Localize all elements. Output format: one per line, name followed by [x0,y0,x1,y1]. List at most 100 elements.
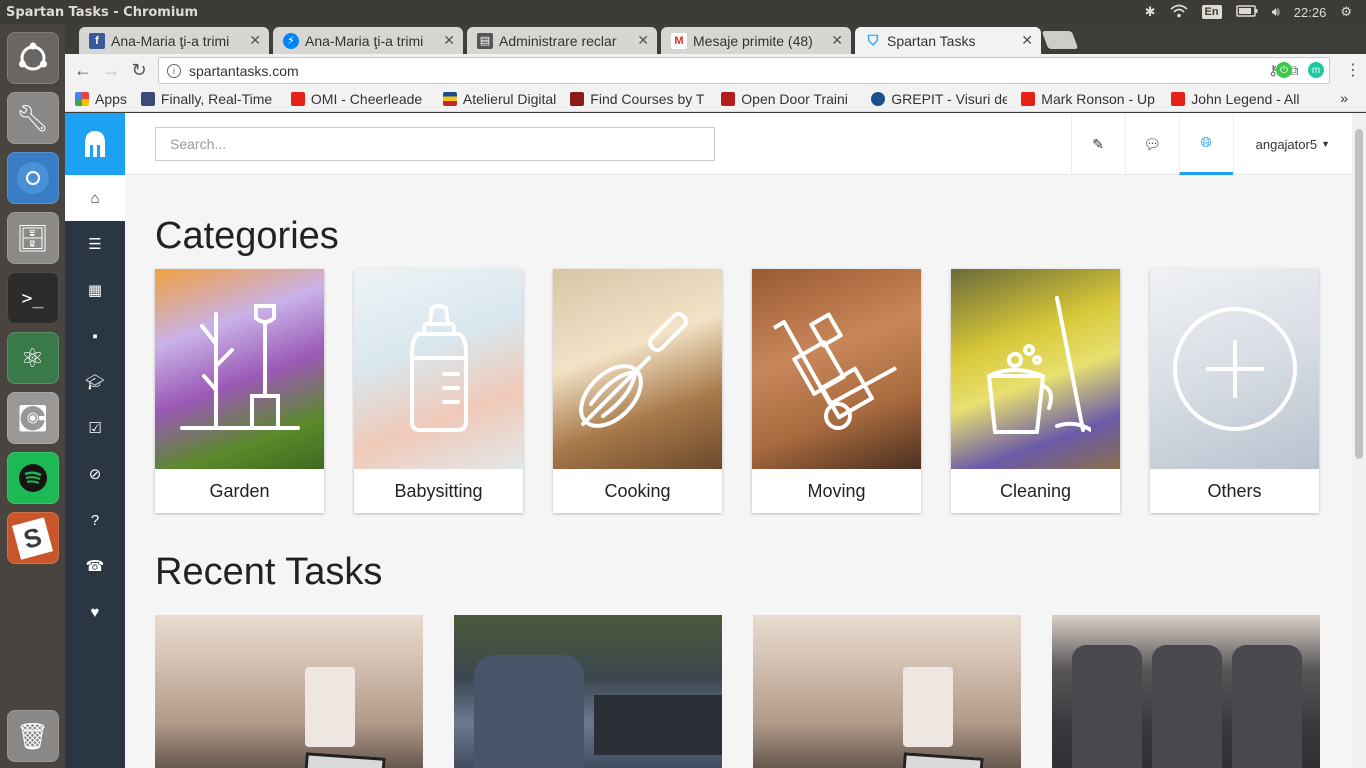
gmail-icon: M [671,32,687,49]
back-icon[interactable]: ← [69,60,97,81]
ubuntu-launcher: 🔧︎ 🗄︎ >_ ⚛ 💽︎ S 🗑︎ [0,24,65,768]
category-image [155,269,324,469]
system-settings-icon[interactable]: 🔧︎ [6,92,59,144]
bookmark-8[interactable]: John Legend - All [1171,91,1307,107]
wifi-icon[interactable] [1169,4,1188,21]
bookmark-3[interactable]: Atelierul Digital [442,91,556,107]
battery-icon[interactable] [1235,4,1258,20]
bookmark-4[interactable]: Find Courses by T [570,91,707,107]
bookmark-7[interactable]: Mark Ronson - Up [1021,91,1157,107]
category-card-cooking[interactable]: Cooking [553,269,722,513]
extension-green-icon[interactable]: ⏻ [1276,62,1292,78]
grepit-icon [871,91,886,106]
bookmarks-overflow-button[interactable]: » [1340,90,1348,106]
bookmark-5[interactable]: Open Door Traini [721,91,857,107]
close-icon[interactable]: ✕ [443,32,455,49]
address-bar[interactable]: i spartantasks.com ⚷ ⧉ ☆ [158,57,1330,84]
whisk-icon [578,311,688,428]
slack-tray-icon[interactable]: ✱ [1145,4,1156,20]
task-card-image[interactable] [454,615,722,768]
category-label: Cooking [604,480,671,501]
phone-icon[interactable]: ☎ [65,543,125,589]
server-icon[interactable]: ☰ [65,221,125,267]
bucket-mop-icon [986,296,1091,434]
category-card-babysitting[interactable]: Babysitting [354,269,523,513]
scrollbar-thumb[interactable] [1355,129,1363,459]
tab-messenger[interactable]: ⚡︎ Ana-Maria ţi-a trimi ✕ [273,27,463,54]
task-card-image[interactable] [155,615,423,768]
edit-icon[interactable]: ✎ [1070,113,1125,175]
trash-icon[interactable]: 🗑︎ [6,710,59,762]
chromium-icon[interactable] [6,152,59,204]
menu-dots-icon[interactable]: ⋮ [1345,60,1361,80]
comment-icon[interactable]: ▪ [65,313,125,359]
table-icon[interactable]: ▦ [65,267,125,313]
spotify-icon[interactable] [6,452,59,504]
files-icon[interactable]: 🗄︎ [6,212,59,264]
browser-toolbar: ← → ↻ i spartantasks.com ⚷ ⧉ ☆ ⏻ m ⋮ [65,54,1366,86]
tab-gmail[interactable]: M Mesaje primite (48) ✕ [661,27,851,54]
close-icon[interactable]: ✕ [831,32,843,49]
plant-icon [179,304,300,430]
atom-icon[interactable]: ⚛ [6,332,59,384]
plus-circle-icon [1172,307,1297,431]
page-scrollbar[interactable] [1352,113,1366,768]
category-card-moving[interactable]: Moving [752,269,921,513]
extension-m-icon[interactable]: m [1308,62,1324,78]
clock[interactable]: 22:26 [1294,5,1327,20]
info-icon[interactable]: i [167,63,181,78]
apps-grid-icon [75,91,89,106]
facebook-icon: f [89,32,105,49]
web-page: ⌂ ☰ ▦ ▪ 🎓︎ ☑ ⊘ ? ☎ ♥ ✎ 💬︎ 🌐︎ angajator5 … [65,113,1366,768]
spartan-logo[interactable] [65,113,125,175]
youtube-icon [290,91,305,106]
search-input[interactable] [155,127,715,161]
task-card-image[interactable] [1052,615,1320,768]
keyboard-layout[interactable]: En [1201,5,1222,19]
question-icon[interactable]: ? [65,497,125,543]
bookmark-2[interactable]: OMI - Cheerleade [290,91,429,107]
category-label: Moving [807,480,866,501]
disk-drive-icon[interactable]: 💽︎ [6,392,59,444]
category-image [1150,269,1319,469]
forward-icon[interactable]: → [97,60,125,81]
power-gear-icon[interactable]: ⚙ [1340,4,1352,20]
category-image [354,269,523,469]
check-square-icon[interactable]: ☑ [65,405,125,451]
globe-icon[interactable]: 🌐︎ [1178,113,1233,175]
category-image [951,269,1120,469]
category-card-cleaning[interactable]: Cleaning [951,269,1120,513]
slack-icon[interactable]: S [6,512,59,564]
task-card-image[interactable] [753,615,1021,768]
categories-grid: Garden Babysitting Cooking Moving Cleani… [155,269,1335,513]
ban-icon[interactable]: ⊘ [65,451,125,497]
bookmark-6[interactable]: GREPIT - Visuri de [871,91,1007,107]
tab-spartan-tasks[interactable]: ⛉ Spartan Tasks ✕ [855,27,1041,54]
app-header: ✎ 💬︎ 🌐︎ angajator5 ▼ [125,113,1352,175]
close-icon[interactable]: ✕ [249,32,261,49]
category-image [752,269,921,469]
reload-icon[interactable]: ↻ [125,60,153,81]
ubuntu-dash-icon[interactable] [6,32,59,84]
url-text[interactable]: spartantasks.com [189,63,299,79]
baby-bottle-icon [409,304,468,432]
bookmark-1[interactable]: Finally, Real-Time [140,91,277,107]
close-icon[interactable]: ✕ [637,32,649,49]
bookmark-apps[interactable]: Apps [75,91,127,107]
tab-ads-admin[interactable]: ▤ Administrare reclar ✕ [467,27,657,54]
category-card-garden[interactable]: Garden [155,269,324,513]
close-icon[interactable]: ✕ [1021,32,1033,49]
terminal-icon[interactable]: >_ [6,272,59,324]
headrest-shape [1152,645,1222,768]
bookmark-h-icon [140,91,155,106]
new-tab-button[interactable] [1041,31,1079,49]
volume-icon[interactable]: 🔊︎ [1272,4,1280,20]
user-menu[interactable]: angajator5 ▼ [1232,113,1352,175]
tab-facebook[interactable]: f Ana-Maria ţi-a trimi ✕ [79,27,269,54]
heart-icon[interactable]: ♥ [65,589,125,635]
chat-icon[interactable]: 💬︎ [1124,113,1179,175]
graduation-cap-icon[interactable]: 🎓︎ [65,359,125,405]
category-card-others[interactable]: Others [1150,269,1319,513]
home-icon[interactable]: ⌂ [65,175,125,221]
atelierul-digital-icon [442,91,457,106]
